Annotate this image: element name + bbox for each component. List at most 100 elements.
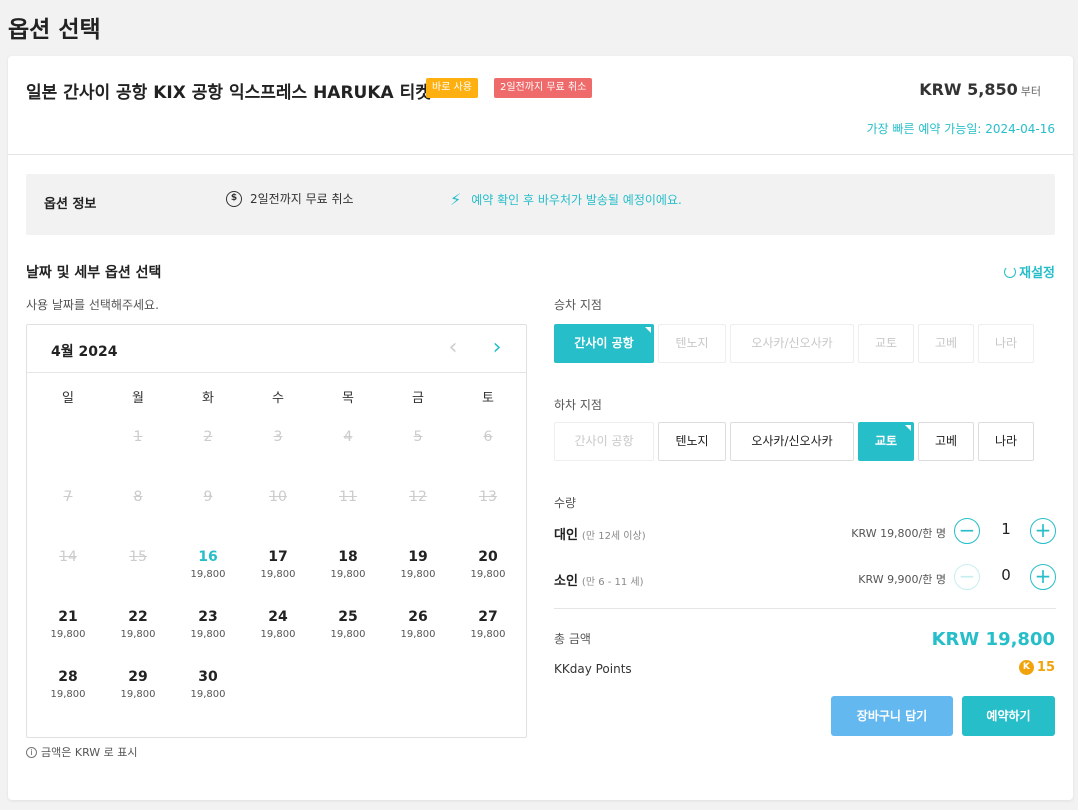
- child-label: 소인 (만 6 - 11 세): [554, 570, 644, 589]
- reset-button[interactable]: 재설정: [1004, 262, 1055, 281]
- adult-minus-button[interactable]: −: [954, 518, 980, 544]
- calendar-day[interactable]: 22 19,800: [103, 607, 173, 667]
- reset-label: 재설정: [1019, 266, 1055, 281]
- calendar-day[interactable]: 26 19,800: [383, 607, 453, 667]
- money-back-icon: $: [226, 190, 242, 207]
- calendar-day: 10: [243, 487, 313, 547]
- option-cancel-info: $ 2일전까지 무료 취소: [226, 190, 354, 207]
- day-number: 6: [483, 429, 493, 445]
- calendar-day[interactable]: 17 19,800: [243, 547, 313, 607]
- page-title: 옵션 선택: [8, 17, 101, 43]
- alighting-option-5[interactable]: 나라: [978, 422, 1034, 461]
- calendar-day[interactable]: 24 19,800: [243, 607, 313, 667]
- prev-month-icon[interactable]: ‹: [443, 337, 463, 361]
- day-price: 19,800: [400, 569, 436, 580]
- day-number: 22: [128, 609, 148, 625]
- calendar-day[interactable]: 16 19,800: [173, 547, 243, 607]
- calendar-day: 1: [103, 427, 173, 487]
- calendar: 4월 2024 ‹ › 일 월 화 수 목 금 토 1 2 3 4 5 6 7 8 9 10 11 12 13 14 15…: [26, 324, 527, 738]
- calendar-day[interactable]: 20 19,800: [453, 547, 523, 607]
- calendar-day: 13: [453, 487, 523, 547]
- calendar-day[interactable]: 23 19,800: [173, 607, 243, 667]
- boarding-label: 승차 지점: [554, 298, 602, 312]
- weekday-header: 일: [62, 391, 74, 406]
- day-number: 29: [128, 669, 148, 685]
- calendar-day: 2: [173, 427, 243, 487]
- calendar-day: 4: [313, 427, 383, 487]
- child-minus-button[interactable]: −: [954, 564, 980, 590]
- day-price: 19,800: [400, 629, 436, 640]
- calendar-day[interactable]: 19 19,800: [383, 547, 453, 607]
- alighting-option-3[interactable]: 교토: [858, 422, 914, 461]
- calendar-day[interactable]: 28 19,800: [33, 667, 103, 727]
- day-price: 19,800: [330, 629, 366, 640]
- day-number: 19: [408, 549, 428, 565]
- option-voucher-info: ⚡ 예약 확인 후 바우처가 발송될 예정이에요.: [450, 190, 682, 209]
- calendar-day[interactable]: 29 19,800: [103, 667, 173, 727]
- price-from-suffix: 부터: [1020, 85, 1041, 98]
- day-price: 19,800: [330, 569, 366, 580]
- calendar-day[interactable]: 21 19,800: [33, 607, 103, 667]
- adult-age-note: (만 12세 이상): [581, 531, 646, 542]
- option-info-label: 옵션 정보: [44, 197, 97, 212]
- alighting-option-4[interactable]: 고베: [918, 422, 974, 461]
- weekday-header: 금: [412, 391, 424, 406]
- child-quantity-value: 0: [1001, 566, 1011, 584]
- day-number: 9: [203, 489, 213, 505]
- calendar-day[interactable]: 18 19,800: [313, 547, 383, 607]
- boarding-option-4[interactable]: 고베: [918, 324, 974, 363]
- boarding-option-1[interactable]: 텐노지: [658, 324, 726, 363]
- adult-plus-button[interactable]: +: [1030, 518, 1056, 544]
- child-plus-button[interactable]: +: [1030, 564, 1056, 590]
- boarding-option-2[interactable]: 오사카/신오사카: [730, 324, 854, 363]
- calendar-day: 6: [453, 427, 523, 487]
- alighting-option-0[interactable]: 간사이 공항: [554, 422, 654, 461]
- day-number: 18: [338, 549, 358, 565]
- day-number: 27: [478, 609, 498, 625]
- weekday-header: 화: [202, 391, 214, 406]
- calendar-day[interactable]: 27 19,800: [453, 607, 523, 667]
- currency-note: i 금액은 KRW 로 표시: [26, 744, 138, 760]
- next-month-icon[interactable]: ›: [487, 337, 507, 361]
- day-price: 19,800: [470, 569, 506, 580]
- alighting-label: 하차 지점: [554, 398, 602, 412]
- day-number: [33, 427, 103, 447]
- kkday-coin-icon: K: [1018, 660, 1034, 675]
- weekday-header: 목: [342, 391, 354, 406]
- alighting-option-2[interactable]: 오사카/신오사카: [730, 422, 854, 461]
- day-number: 26: [408, 609, 428, 625]
- instant-use-badge: 바로 사용: [426, 78, 478, 98]
- day-number: 11: [339, 489, 357, 505]
- alighting-option-1[interactable]: 텐노지: [658, 422, 726, 461]
- book-button[interactable]: 예약하기: [962, 696, 1055, 736]
- adult-quantity-value: 1: [1001, 520, 1011, 538]
- day-number: 8: [133, 489, 143, 505]
- calendar-day: 14: [33, 547, 103, 607]
- day-price: 19,800: [190, 629, 226, 640]
- calendar-day: 3: [243, 427, 313, 487]
- adult-quantity-row: 대인 (만 12세 이상) KRW 19,800/한 명 − 1 +: [554, 518, 1056, 548]
- calendar-day: 9: [173, 487, 243, 547]
- day-number: 10: [269, 489, 287, 505]
- adult-label: 대인 (만 12세 이상): [554, 524, 646, 543]
- day-price: 19,800: [50, 689, 86, 700]
- weekday-header: 수: [272, 391, 284, 406]
- child-price: KRW 9,900/한 명: [858, 573, 946, 586]
- calendar-day[interactable]: 25 19,800: [313, 607, 383, 667]
- child-age-note: (만 6 - 11 세): [581, 577, 644, 588]
- price-from-amount: KRW 5,850: [919, 80, 1018, 99]
- calendar-day: 7: [33, 487, 103, 547]
- calendar-day: 8: [103, 487, 173, 547]
- calendar-day[interactable]: 30 19,800: [173, 667, 243, 727]
- day-price: 19,800: [260, 569, 296, 580]
- day-number: 16: [198, 549, 218, 565]
- day-number: 23: [198, 609, 218, 625]
- day-number: 14: [59, 549, 77, 565]
- add-to-cart-button[interactable]: 장바구니 담기: [831, 696, 953, 736]
- quantity-label: 수량: [554, 496, 577, 510]
- boarding-option-5[interactable]: 나라: [978, 324, 1034, 363]
- total-label: 총 금액: [554, 632, 591, 646]
- summary-divider: [554, 608, 1056, 609]
- boarding-option-3[interactable]: 교토: [858, 324, 914, 363]
- boarding-option-0[interactable]: 간사이 공항: [554, 324, 654, 363]
